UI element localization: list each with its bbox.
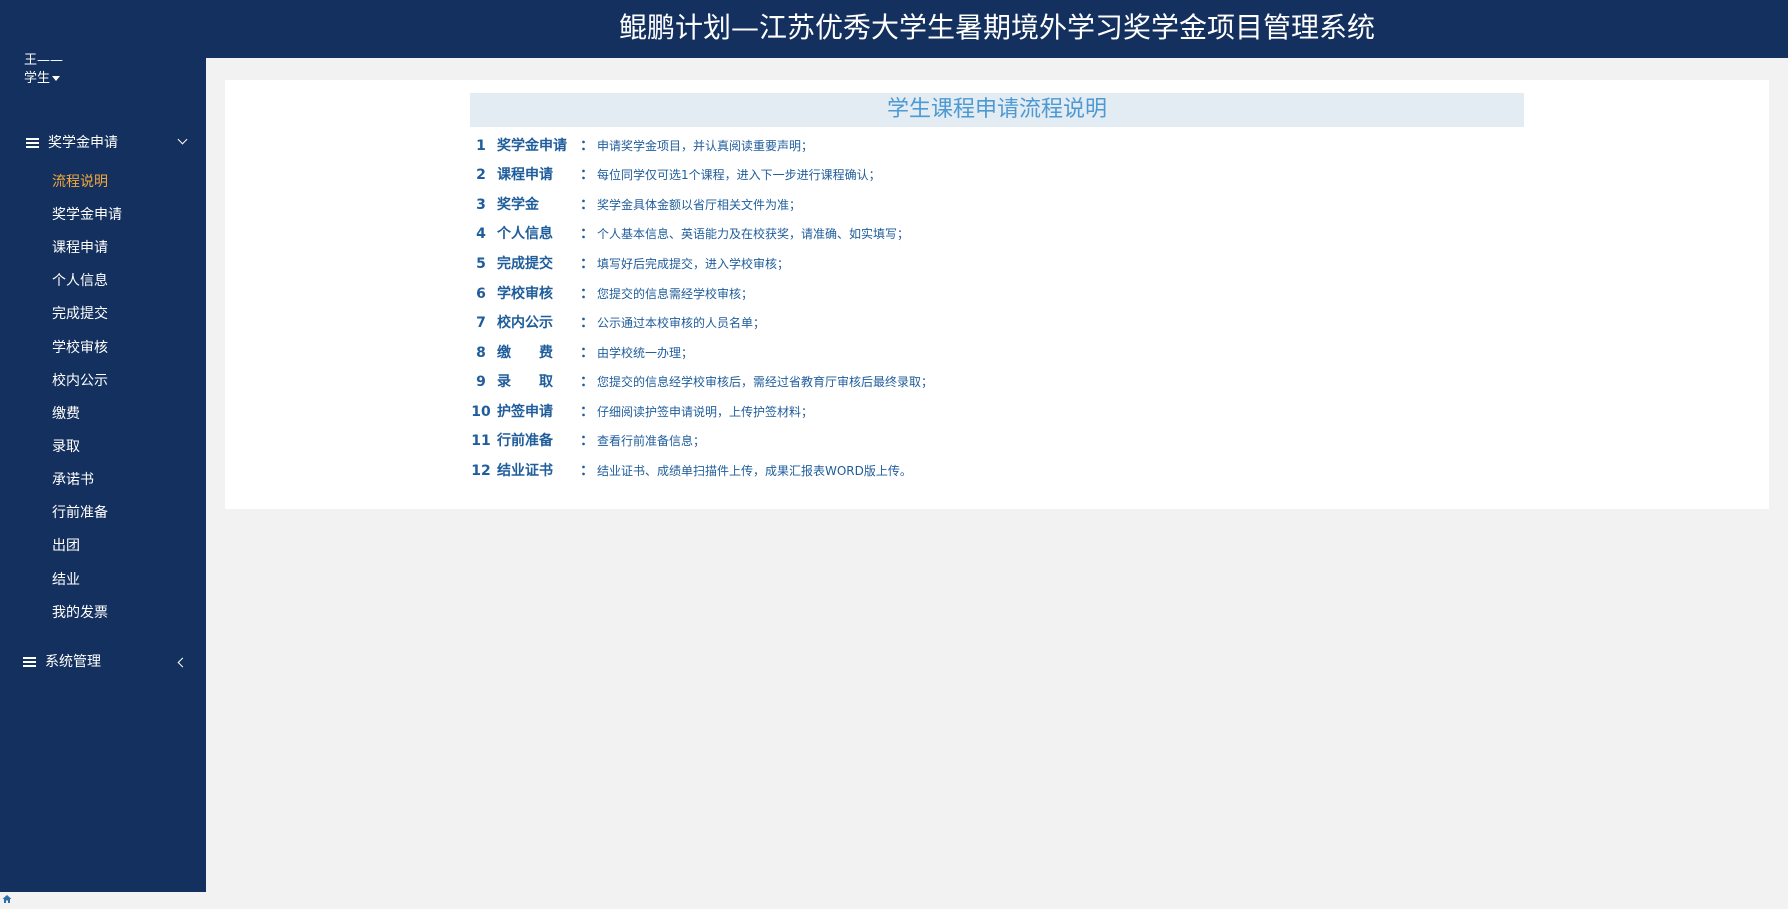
step-name: 完成提交 [497,256,553,272]
step-name: 行前准备 [497,433,553,449]
menu-icon [23,657,36,667]
step-name: 结业证书 [497,463,553,479]
step-colon: ： [580,256,594,272]
step-colon: ： [580,374,594,390]
step-row: 1 奖学金申请 ： 申请奖学金项目，并认真阅读重要声明； [0,135,1788,157]
step-row: 7 校内公示 ： 公示通过本校审核的人员名单； [0,312,1788,334]
step-row: 9 录 取 ： 您提交的信息经学校审核后，需经过省教育厅审核后最终录取； [0,371,1788,393]
sidebar-item-preparation[interactable]: 行前准备 [52,503,108,523]
page-title: 学生课程申请流程说明 [886,97,1107,122]
step-colon: ： [580,315,594,331]
step-number: 3 [476,197,486,213]
step-description: 您提交的信息需经学校审核； [597,287,754,301]
section-title-bar: 学生课程申请流程说明 [470,93,1524,127]
step-row: 3 奖学金 ： 奖学金具体金额以省厅相关文件为准； [0,194,1788,216]
step-description: 每位同学仅可选1个课程，进入下一步进行课程确认； [597,168,881,182]
step-description: 奖学金具体金额以省厅相关文件为准； [597,198,802,212]
step-number: 2 [476,167,486,183]
step-number: 10 [471,404,491,420]
step-number: 6 [476,286,486,302]
step-row: 2 课程申请 ： 每位同学仅可选1个课程，进入下一步进行课程确认； [0,164,1788,186]
step-description: 结业证书、成绩单扫描件上传，成果汇报表WORD版上传。 [597,464,912,478]
step-number: 9 [476,374,486,390]
caret-down-icon [52,76,61,81]
step-row: 6 学校审核 ： 您提交的信息需经学校审核； [0,283,1788,305]
step-number: 12 [471,463,491,479]
step-row: 12 结业证书 ： 结业证书、成绩单扫描件上传，成果汇报表WORD版上传。 [0,460,1788,482]
step-name: 学校审核 [497,286,553,302]
step-name: 缴 费 [497,345,553,361]
step-row: 5 完成提交 ： 填写好后完成提交，进入学校审核； [0,253,1788,275]
step-colon: ： [580,286,594,302]
top-header: 鲲鹏计划—江苏优秀大学生暑期境外学习奖学金项目管理系统 [0,0,1788,58]
step-colon: ： [580,138,594,154]
user-name: 王—— [24,53,64,68]
step-description: 仔细阅读护签申请说明，上传护签材料； [597,405,814,419]
step-number: 8 [476,345,486,361]
sidebar-item-completion[interactable]: 结业 [52,570,80,590]
step-colon: ： [580,433,594,449]
step-colon: ： [580,226,594,242]
sidebar-item-departure[interactable]: 出团 [52,536,80,556]
step-description: 由学校统一办理； [597,346,694,360]
step-row: 10 护签申请 ： 仔细阅读护签申请说明，上传护签材料； [0,401,1788,423]
step-name: 课程申请 [497,167,553,183]
step-name: 护签申请 [497,404,553,420]
user-role-label: 学生 [24,71,51,86]
sidebar-item-invoice[interactable]: 我的发票 [52,603,108,623]
step-name: 校内公示 [497,315,553,331]
step-number: 4 [476,226,486,242]
step-description: 申请奖学金项目，并认真阅读重要声明； [597,139,814,153]
step-number: 11 [471,433,491,449]
app-title: 鲲鹏计划—江苏优秀大学生暑期境外学习奖学金项目管理系统 [618,11,1375,44]
step-description: 个人基本信息、英语能力及在校获奖，请准确、如实填写； [597,227,910,241]
step-colon: ： [580,463,594,479]
step-description: 填写好后完成提交，进入学校审核； [597,257,790,271]
step-name: 个人信息 [497,226,553,242]
step-number: 7 [476,315,486,331]
step-number: 1 [476,138,486,154]
step-number: 5 [476,256,486,272]
sidebar-group-system[interactable]: 系统管理 [0,647,206,677]
user-role-dropdown[interactable]: 学生 [24,70,61,88]
home-icon[interactable] [2,894,12,904]
step-colon: ： [580,345,594,361]
step-description: 您提交的信息经学校审核后，需经过省教育厅审核后最终录取； [597,375,934,389]
step-description: 查看行前准备信息； [597,434,706,448]
step-colon: ： [580,404,594,420]
step-row: 4 个人信息 ： 个人基本信息、英语能力及在校获奖，请准确、如实填写； [0,223,1788,245]
step-name: 奖学金申请 [497,138,567,154]
sidebar-group-label: 系统管理 [45,654,101,670]
step-row: 8 缴 费 ： 由学校统一办理； [0,342,1788,364]
step-colon: ： [580,167,594,183]
chevron-left-icon [177,657,188,668]
step-name: 奖学金 [497,197,539,213]
step-colon: ： [580,197,594,213]
step-description: 公示通过本校审核的人员名单； [597,316,766,330]
step-name: 录 取 [497,374,553,390]
step-row: 11 行前准备 ： 查看行前准备信息； [0,430,1788,452]
